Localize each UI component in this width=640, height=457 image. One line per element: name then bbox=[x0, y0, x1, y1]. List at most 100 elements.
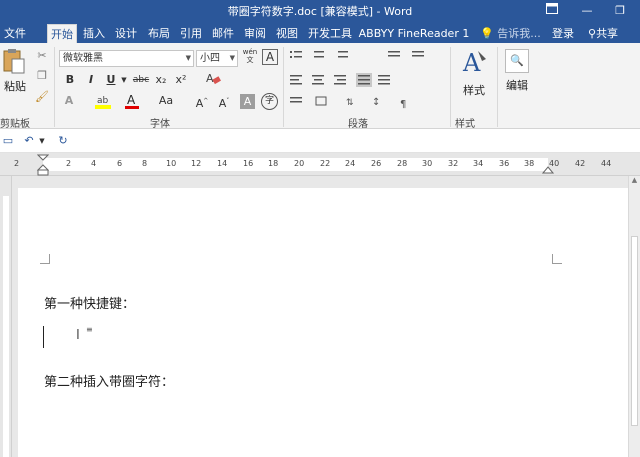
shrink-font-button[interactable]: A˅ bbox=[217, 92, 231, 110]
tab-review[interactable]: 审阅 bbox=[241, 24, 269, 43]
copy-button[interactable]: ❐ bbox=[34, 67, 50, 85]
right-indent-marker-icon[interactable] bbox=[542, 164, 554, 174]
underline-button[interactable]: U bbox=[104, 71, 118, 89]
ribbon-tabs: 文件 开始 插入 设计 布局 引用 邮件 审阅 视图 开发工具 ABBYY Fi… bbox=[0, 22, 640, 43]
font-size-combo[interactable]: 小四 ▼ bbox=[196, 50, 238, 67]
title-bar: 带圈字符数字.doc [兼容模式] - Word — ❐ bbox=[0, 0, 640, 22]
svg-text:ab: ab bbox=[97, 96, 109, 106]
horizontal-ruler[interactable]: 2 2 4 6 8 10 12 14 16 18 20 22 24 26 28 … bbox=[0, 153, 640, 176]
ruler-number: 36 bbox=[499, 159, 510, 168]
char-border-icon: A bbox=[265, 50, 275, 64]
ruler-number: 16 bbox=[243, 159, 254, 168]
ruler-number: 6 bbox=[117, 159, 123, 168]
styles-icon: A bbox=[462, 49, 486, 77]
styles-label: 样式 bbox=[463, 84, 485, 97]
tell-me-box[interactable]: 💡 告诉我... bbox=[480, 24, 541, 43]
clipboard-group-label: 剪贴板 bbox=[0, 119, 30, 130]
strikethrough-button[interactable]: abc bbox=[132, 71, 150, 89]
margin-corner-mark bbox=[552, 254, 562, 264]
italic-button[interactable]: I bbox=[84, 71, 98, 89]
indent-marker-icon[interactable] bbox=[37, 154, 49, 176]
minimize-button[interactable]: — bbox=[575, 2, 599, 19]
tab-developer[interactable]: 开发工具 bbox=[305, 24, 355, 43]
ruler-number: 22 bbox=[320, 159, 331, 168]
font-color-icon: A bbox=[125, 93, 139, 109]
ruler-number: 2 bbox=[66, 159, 72, 168]
vertical-scrollbar[interactable]: ▲ bbox=[628, 176, 640, 457]
enclose-characters-button[interactable]: 字 bbox=[261, 93, 278, 110]
chevron-down-icon[interactable]: ▼ bbox=[38, 132, 46, 150]
undo-icon: ↶ bbox=[24, 134, 34, 147]
clear-format-button[interactable]: A bbox=[204, 70, 222, 88]
svg-text:A: A bbox=[462, 49, 481, 77]
paste-button[interactable]: 粘贴 bbox=[2, 47, 28, 101]
svg-text:A: A bbox=[206, 72, 214, 85]
chevron-down-icon: ▼ bbox=[185, 54, 191, 62]
ruler-number: 20 bbox=[294, 159, 305, 168]
superscript-button[interactable]: x² bbox=[173, 71, 189, 89]
ruler-number: 34 bbox=[473, 159, 484, 168]
paragraph-icons: ⇅ ↕ ¶ bbox=[290, 51, 424, 110]
tab-layout[interactable]: 布局 bbox=[145, 24, 173, 43]
subscript-button[interactable]: x₂ bbox=[153, 71, 169, 89]
text-effects-icon: A bbox=[64, 94, 74, 107]
editing-button[interactable]: 🔍 编辑 bbox=[502, 47, 532, 107]
highlight-button[interactable]: ab bbox=[92, 92, 114, 110]
tab-file[interactable]: 文件 bbox=[0, 24, 30, 43]
save-icon: ▭ bbox=[2, 134, 14, 147]
ruler-number: 30 bbox=[422, 159, 433, 168]
cut-button[interactable]: ✂ bbox=[34, 47, 50, 65]
redo-button[interactable]: ↻ bbox=[56, 132, 70, 150]
sign-in-link[interactable]: 登录 bbox=[552, 24, 574, 43]
copy-icon: ❐ bbox=[37, 69, 47, 82]
font-color-button[interactable]: A bbox=[124, 92, 140, 110]
tab-view[interactable]: 视图 bbox=[273, 24, 301, 43]
styles-group-label: 样式 bbox=[455, 119, 475, 130]
char-border-button[interactable]: A bbox=[262, 49, 278, 65]
undo-button[interactable]: ↶ bbox=[22, 132, 36, 150]
phonetic-guide-button[interactable]: wén 文 bbox=[241, 48, 259, 66]
format-painter-button[interactable]: 🖌 bbox=[34, 88, 50, 106]
font-name-combo[interactable]: 微软雅黑 ▼ bbox=[59, 50, 194, 67]
ruler-number: 32 bbox=[448, 159, 459, 168]
tab-mailings[interactable]: 邮件 bbox=[209, 24, 237, 43]
document-page[interactable]: 第一种快捷键： I ≡ 第二种插入带圈字符： bbox=[18, 188, 630, 457]
scissors-icon: ✂ bbox=[37, 49, 47, 62]
save-button[interactable]: ▭ bbox=[2, 132, 14, 150]
svg-text:⇅: ⇅ bbox=[346, 98, 354, 108]
grow-font-button[interactable]: A^ bbox=[195, 92, 209, 110]
share-button[interactable]: ⚲共享 bbox=[588, 24, 618, 43]
document-line-1[interactable]: 第一种快捷键： bbox=[44, 293, 135, 312]
styles-button[interactable]: A 样式 bbox=[456, 47, 492, 107]
vertical-ruler[interactable] bbox=[0, 176, 12, 457]
tab-design[interactable]: 设计 bbox=[112, 24, 140, 43]
scrollbar-thumb[interactable] bbox=[631, 236, 638, 426]
brush-icon: 🖌 bbox=[35, 90, 49, 103]
person-icon: ⚲ bbox=[588, 27, 597, 40]
ruler-number: 42 bbox=[575, 159, 586, 168]
bold-button[interactable]: B bbox=[63, 71, 77, 89]
chevron-up-icon[interactable]: ▲ bbox=[629, 176, 640, 186]
shrink-font-icon: A˅ bbox=[218, 96, 230, 110]
tab-references[interactable]: 引用 bbox=[177, 24, 205, 43]
text-cursor bbox=[43, 326, 44, 348]
change-case-button[interactable]: Aa bbox=[155, 92, 177, 110]
tab-abbyy[interactable]: ABBYY FineReader 1 bbox=[358, 24, 470, 43]
document-line-2[interactable]: 第二种插入带圈字符： bbox=[44, 371, 174, 390]
tab-insert[interactable]: 插入 bbox=[80, 24, 108, 43]
eraser-icon: A bbox=[206, 72, 221, 85]
svg-text:↕: ↕ bbox=[372, 97, 380, 108]
ribbon-display-options-button[interactable] bbox=[540, 2, 564, 19]
ruler-number: 38 bbox=[524, 159, 535, 168]
chevron-down-icon[interactable]: ▼ bbox=[120, 71, 128, 89]
document-area[interactable]: 第一种快捷键： I ≡ 第二种插入带圈字符： bbox=[12, 176, 630, 457]
margin-corner-mark bbox=[40, 254, 50, 264]
restore-button[interactable]: ❐ bbox=[608, 2, 632, 19]
tab-home[interactable]: 开始 bbox=[47, 24, 77, 43]
ibeam-cursor-icon: I bbox=[76, 328, 80, 343]
vertical-ruler-text-area bbox=[3, 196, 9, 457]
tell-me-text: 告诉我... bbox=[497, 27, 541, 40]
lightbulb-icon: 💡 bbox=[480, 27, 494, 40]
text-effects-button[interactable]: A bbox=[60, 92, 78, 110]
char-shading-button[interactable]: A bbox=[240, 94, 255, 109]
